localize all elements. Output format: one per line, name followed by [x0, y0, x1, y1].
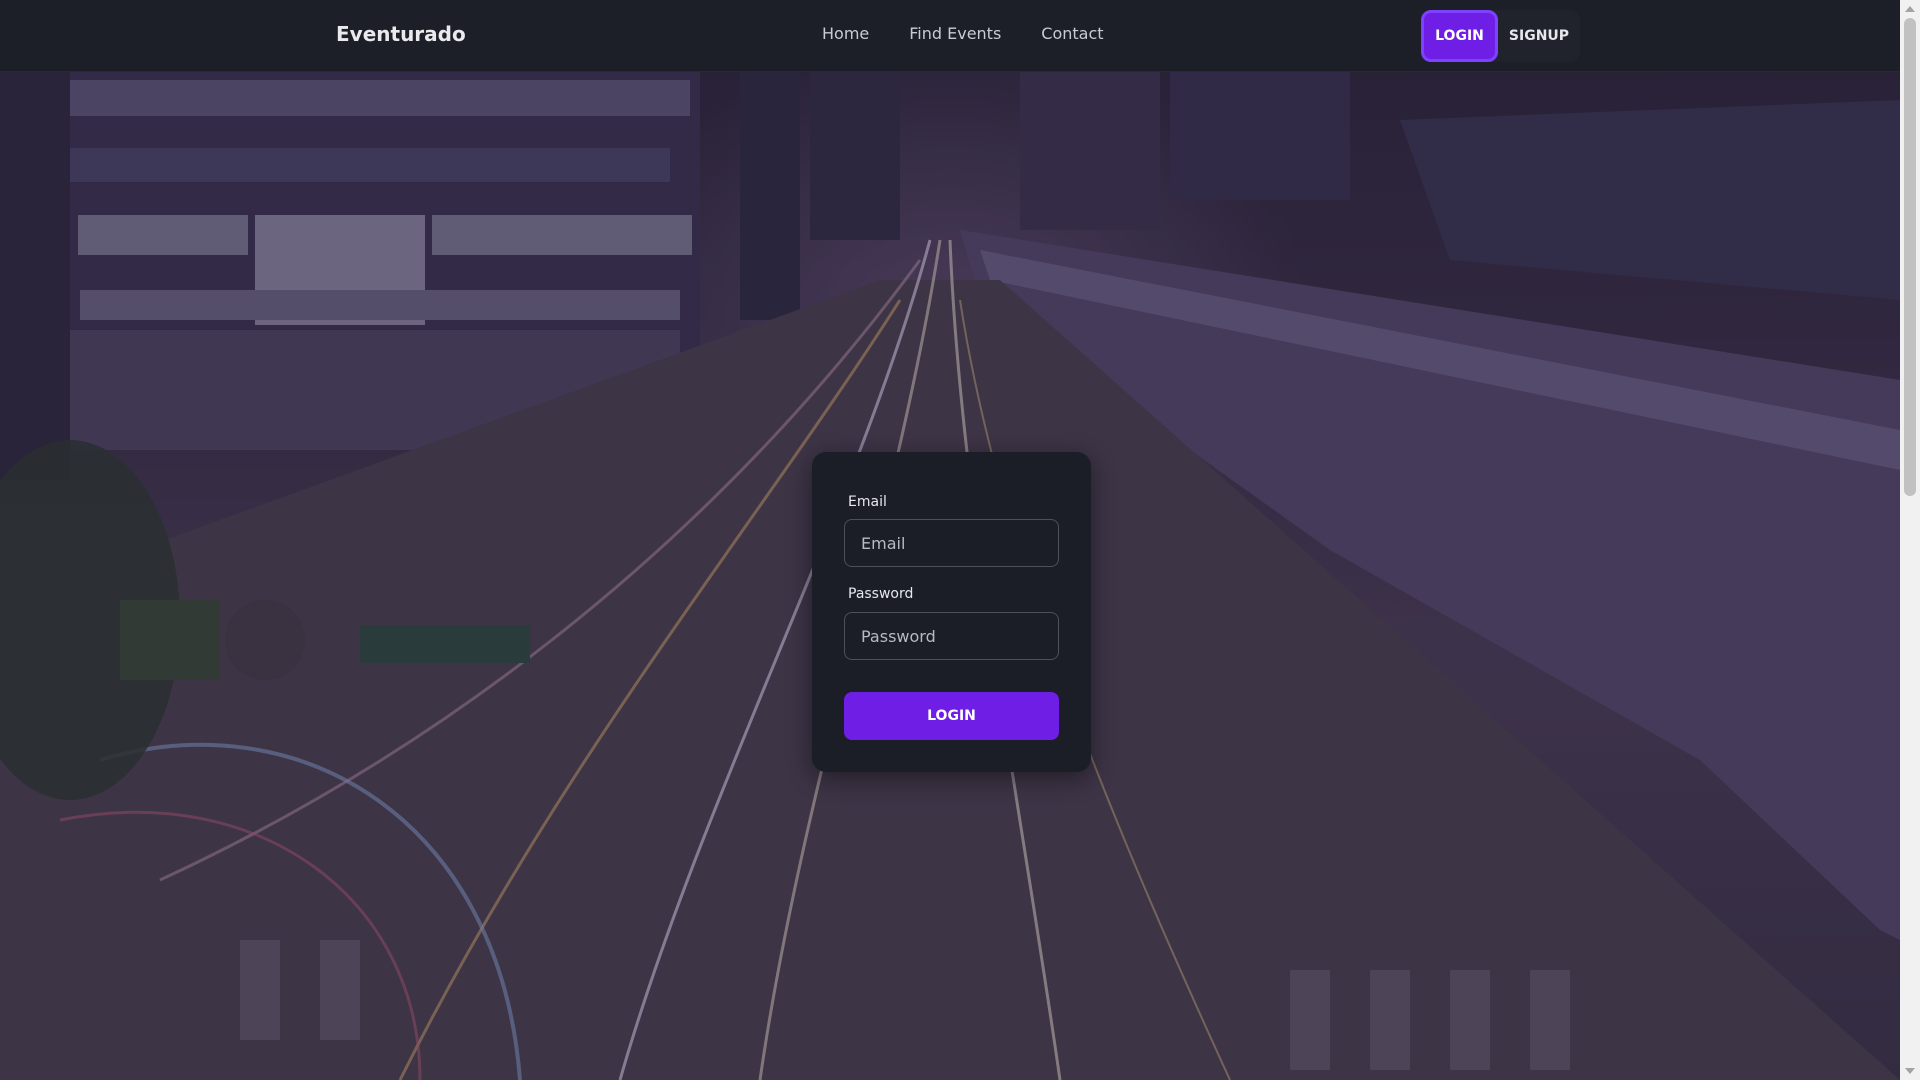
top-navbar: Eventurado Home Find Events Contact LOGI…: [0, 0, 1900, 72]
nav-link-home[interactable]: Home: [822, 24, 869, 43]
password-input[interactable]: [844, 612, 1059, 660]
nav-links: Home Find Events Contact: [822, 24, 1104, 43]
brand-logo[interactable]: Eventurado: [336, 22, 466, 46]
email-label: Email: [848, 494, 887, 510]
scroll-up-arrow-icon[interactable]: [1905, 6, 1915, 12]
login-nav-button[interactable]: LOGIN: [1421, 10, 1498, 62]
password-label: Password: [848, 586, 914, 602]
scroll-down-arrow-icon[interactable]: [1905, 1068, 1915, 1074]
page-scrollbar[interactable]: [1900, 0, 1920, 1080]
signup-nav-button[interactable]: SIGNUP: [1498, 10, 1580, 62]
email-input[interactable]: [844, 519, 1059, 567]
auth-buttons: LOGIN SIGNUP: [1421, 10, 1580, 62]
scrollbar-thumb[interactable]: [1904, 18, 1916, 496]
login-card: Email Password LOGIN: [812, 452, 1091, 772]
login-submit-button[interactable]: LOGIN: [844, 692, 1059, 740]
nav-link-contact[interactable]: Contact: [1041, 24, 1103, 43]
nav-link-find-events[interactable]: Find Events: [909, 24, 1001, 43]
